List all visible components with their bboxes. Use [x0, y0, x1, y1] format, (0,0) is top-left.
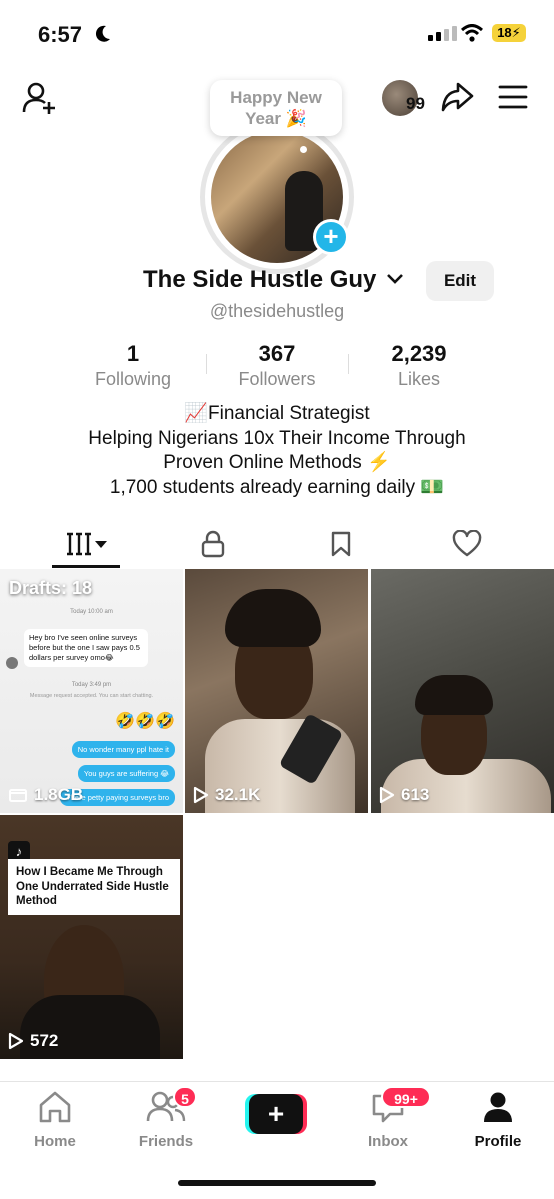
video-views: 572 [8, 1031, 58, 1051]
video-thumbnail-hair [225, 589, 321, 647]
bubble-line-2: Year 🎉 [245, 109, 307, 128]
tab-private[interactable] [144, 520, 282, 568]
chat-note: Message request accepted. You can start … [29, 693, 154, 699]
play-icon [8, 1032, 24, 1050]
video-views: 32.1K [193, 785, 260, 805]
inbox-badge: 99+ [381, 1086, 431, 1108]
plus-icon: + [249, 1094, 303, 1134]
stat-divider [348, 354, 349, 374]
home-icon [39, 1091, 71, 1123]
stat-value: 367 [258, 341, 296, 366]
signal-icon [428, 26, 457, 41]
stat-label: Likes [397, 369, 441, 389]
chevron-down-icon[interactable] [386, 272, 404, 286]
chat-message-in: Hey bro I've seen online surveys before … [24, 629, 148, 667]
stat-label: Following [94, 369, 172, 389]
video-views-value: 32.1K [215, 785, 261, 804]
battery-icon: 18⚡ [492, 24, 526, 42]
status-time: 6:57 [38, 22, 83, 47]
video-views: 613 [379, 785, 429, 805]
bio-line: Proven Online Methods ⚡️ [163, 452, 391, 473]
video-tile[interactable]: ♪ How I Became Me Through One Underrated… [0, 815, 183, 1059]
username: @thesidehustleg [209, 301, 345, 321]
nav-label: Home [34, 1133, 76, 1150]
video-tile[interactable]: 613 [371, 569, 554, 813]
bio-line: 1,700 students already earning daily 💵 [109, 476, 445, 498]
chat-message-out: You guys are suffering 😂 [77, 765, 175, 782]
bio-line: Helping Nigerians 10x Their Income Throu… [88, 427, 466, 449]
menu-icon[interactable] [498, 84, 528, 110]
video-views-value: 613 [401, 785, 430, 804]
stat-value: 1 [126, 341, 140, 366]
nav-label: Profile [474, 1133, 522, 1150]
videos-grid-icon [67, 532, 107, 556]
profile-avatar[interactable]: + [200, 120, 354, 274]
tab-liked[interactable] [398, 520, 536, 568]
tab-videos[interactable] [18, 520, 156, 568]
drafts-label: Drafts: 18 [9, 578, 93, 598]
add-story-button[interactable]: + [313, 219, 349, 255]
drafts-folder-icon [9, 789, 27, 802]
nav-inbox[interactable]: Inbox 99+ [333, 1086, 443, 1150]
stat-likes[interactable]: 2,239 Likes [354, 341, 484, 391]
video-thumbnail-hair [415, 675, 493, 715]
moon-icon [95, 25, 110, 42]
stat-followers[interactable]: 367 Followers [212, 341, 342, 391]
stat-divider [206, 354, 207, 374]
heart-icon [452, 530, 482, 557]
nav-home[interactable]: Home [0, 1090, 110, 1150]
stat-value: 2,239 [391, 341, 447, 366]
drafts-size-value: 1.8GB [34, 785, 84, 804]
nav-profile[interactable]: Profile [443, 1090, 553, 1150]
video-caption: How I Became Me Through One Underrated S… [8, 859, 180, 915]
friends-badge: 5 [173, 1086, 197, 1108]
profile-tabs [0, 520, 554, 568]
bio-line: 📈Financial Strategist [184, 403, 370, 424]
play-icon [379, 786, 395, 804]
play-icon [193, 786, 209, 804]
nav-label: Inbox [368, 1133, 408, 1150]
share-icon[interactable] [440, 80, 474, 114]
chat-time: Today 10:00 am [70, 609, 113, 615]
display-name: The Side Hustle Guy [143, 266, 377, 293]
bubble-tail [300, 146, 307, 153]
chat-time: Today 3:49 pm [71, 682, 112, 688]
tab-favorites[interactable] [272, 520, 410, 568]
profile-icon [484, 1092, 512, 1122]
add-friend-icon[interactable] [22, 80, 58, 116]
home-indicator [178, 1180, 376, 1186]
bubble-line-1: Happy New [230, 88, 322, 107]
chat-emojis: 🤣🤣🤣 [115, 713, 175, 730]
status-bar: 6:57 18⚡ [0, 0, 554, 70]
bookmark-icon [331, 531, 351, 557]
drafts-tile[interactable]: Today 10:00 am Hey bro I've seen online … [0, 569, 183, 813]
bio: 📈Financial Strategist Helping Nigerians … [0, 402, 554, 500]
active-tab-indicator [52, 565, 120, 568]
edit-profile-button[interactable]: Edit [426, 261, 494, 301]
chat-message-out: No wonder many ppl hate it [71, 741, 175, 758]
video-tile[interactable]: 32.1K [185, 569, 368, 813]
lock-icon [201, 530, 225, 558]
battery-level: 18 [497, 25, 512, 40]
stat-following[interactable]: 1 Following [68, 341, 198, 391]
nav-label: Friends [138, 1133, 194, 1150]
new-year-bubble[interactable]: Happy New Year 🎉 [210, 80, 342, 136]
wifi-icon [460, 24, 484, 42]
create-button[interactable]: + [245, 1094, 307, 1134]
nav-friends[interactable]: Friends 5 [111, 1086, 221, 1150]
chat-avatar [6, 657, 18, 669]
stat-label: Followers [238, 369, 316, 389]
story-count: 99 [406, 94, 425, 113]
video-views-value: 572 [30, 1031, 59, 1050]
drafts-size: 1.8GB [8, 785, 83, 805]
